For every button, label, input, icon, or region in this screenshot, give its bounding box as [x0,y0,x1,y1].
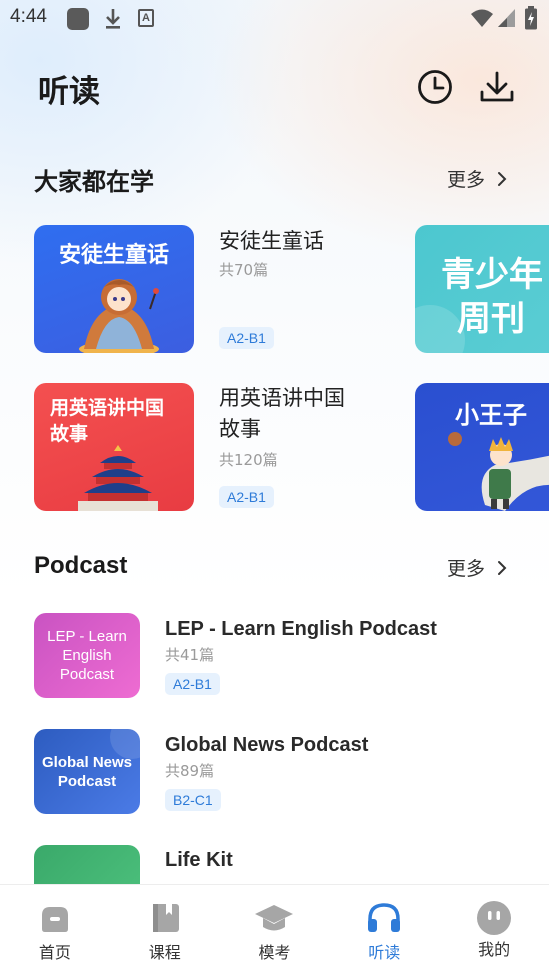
a-status-icon: A [138,9,154,27]
book-title-line: 故事 [219,417,261,441]
book-cover-little-prince[interactable]: 小王子 [415,383,549,511]
nav-item-home[interactable]: 首页 [0,885,110,976]
podcast-cover-text: LEP - Learn English Podcast [34,627,140,684]
podcast-more-link[interactable]: 更多 [447,554,507,581]
podcast-title[interactable]: LEP - Learn English Podcast [165,618,437,641]
podcast-cover-global-news[interactable]: Global News Podcast [34,729,140,814]
level-badge: A2-B1 [219,486,274,508]
book-cover-title: 用英语讲中国故事 [50,397,165,445]
chevron-right-icon [498,560,507,575]
nav-item-mock-exam[interactable]: 模考 [220,885,330,976]
nav-label: 听读 [368,943,401,962]
book-count: 共120篇 [219,451,278,469]
book-icon [152,904,179,932]
cover-line: Podcast [59,666,115,683]
podcast-cover-text: Global News Podcast [34,753,140,791]
wifi-icon [471,9,493,27]
book-title[interactable]: 安徒生童话 [219,226,324,257]
app-notification-icon [67,8,89,30]
nav-item-profile[interactable]: 我的 [439,885,549,976]
nav-label: 模考 [258,943,291,962]
page-title: 听读 [38,74,100,110]
cover-line: English [62,647,112,664]
cover-line: 青少年 [441,255,543,295]
level-badge: A2-B1 [219,327,274,349]
cover-line: 周刊 [457,299,525,339]
podcast-title[interactable]: Global News Podcast [165,734,368,757]
nav-item-courses[interactable]: 课程 [110,885,220,976]
bottom-nav: 首页 课程 模考 听读 我的 [0,884,549,976]
section-title-popular: 大家都在学 [34,168,154,196]
book-count: 共70篇 [219,261,269,279]
profile-face-icon [477,901,512,935]
home-icon [41,907,68,932]
chevron-right-icon [498,171,507,186]
book-cover-teen-weekly[interactable]: 青少年 周刊 [415,225,549,353]
download-icon[interactable] [478,68,516,106]
level-badge: B2-C1 [165,789,221,811]
graduation-cap-icon [255,905,294,931]
popular-more-link[interactable]: 更多 [447,165,507,192]
cover-line: Global News [41,754,133,771]
download-status-icon [106,9,120,29]
more-label: 更多 [447,169,486,191]
status-time: 4:44 [10,6,47,27]
level-badge: A2-B1 [165,673,220,695]
battery-icon [525,6,537,30]
book-cover-china-stories[interactable]: 用英语讲中国故事 [34,383,194,511]
temple-of-heaven-illustration [78,445,158,511]
nav-item-listen-read[interactable]: 听读 [329,885,439,976]
headphones-icon [368,903,401,932]
podcast-count: 共89篇 [165,762,215,780]
more-label: 更多 [447,558,486,580]
podcast-count: 共41篇 [165,646,215,664]
section-title-podcast: Podcast [34,552,128,579]
cover-line: Podcast [57,773,117,790]
nav-label: 首页 [38,943,71,962]
book-cover-andersen[interactable]: 安徒生童话 [34,225,194,353]
cover-line: LEP - Learn [47,628,127,645]
little-prince-illustration [448,432,549,511]
book-cover-title: 安徒生童话 [58,243,169,268]
history-clock-icon[interactable] [416,68,454,106]
girl-illustration [79,279,159,353]
podcast-cover-lep[interactable]: LEP - Learn English Podcast [34,613,140,698]
podcast-title[interactable]: Life Kit [165,849,233,872]
book-title-line: 用英语讲中国 [219,386,345,410]
nav-label: 我的 [478,940,511,959]
book-title[interactable]: 用英语讲中国 故事 [219,383,345,445]
nav-label: 课程 [148,943,181,962]
signal-icon [498,9,515,27]
